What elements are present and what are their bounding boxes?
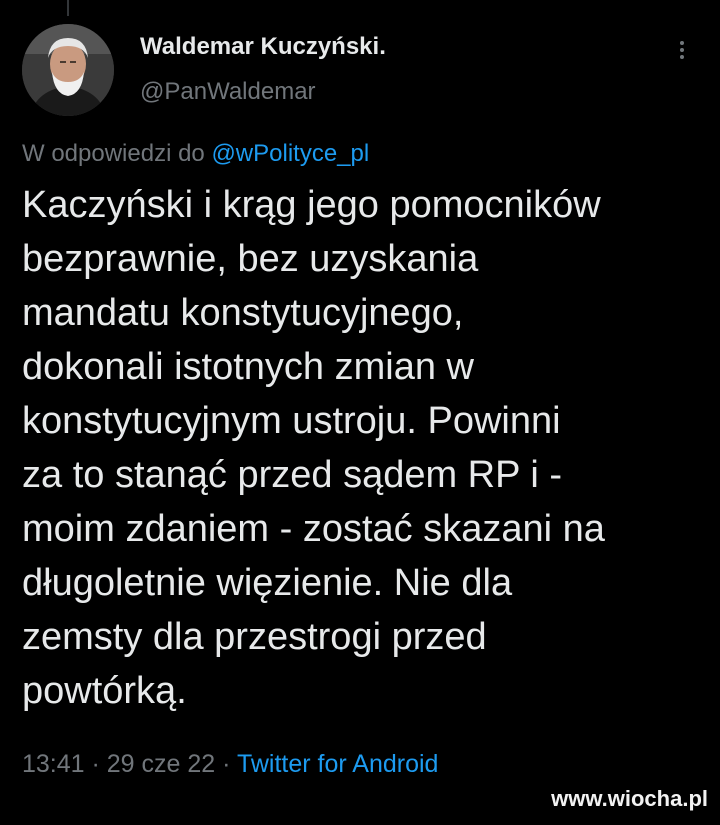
more-dot bbox=[680, 41, 684, 45]
meta-separator: · bbox=[215, 750, 237, 778]
meta-separator: · bbox=[84, 750, 107, 778]
tweet-text-line: za to stanąć przed sądem RP i - bbox=[22, 454, 562, 496]
more-dot bbox=[680, 48, 684, 52]
tweet-source-link[interactable]: Twitter for Android bbox=[237, 750, 438, 778]
tweet-text: Kaczyński i krąg jego pomocników bezpraw… bbox=[22, 178, 702, 718]
tweet-time[interactable]: 13:41 bbox=[22, 750, 85, 778]
reply-mention-link[interactable]: @wPolityce_pl bbox=[211, 140, 369, 167]
tweet-text-line: moim zdaniem - zostać skazani na bbox=[22, 508, 605, 550]
tweet-text-line: Kaczyński i krąg jego pomocników bbox=[22, 184, 601, 226]
reply-prefix: W odpowiedzi do bbox=[22, 140, 212, 167]
tweet-text-line: konstytucyjnym ustroju. Powinni bbox=[22, 400, 561, 442]
tweet-text-line: długoletnie więzienie. Nie dla bbox=[22, 562, 513, 604]
tweet-text-line: mandatu konstytucyjnego, bbox=[22, 292, 464, 334]
avatar[interactable] bbox=[22, 24, 114, 116]
tweet-meta: 13:41 · 29 cze 22 · Twitter for Android bbox=[22, 750, 438, 779]
tweet-date[interactable]: 29 cze 22 bbox=[107, 750, 215, 778]
tweet-text-line: bezprawnie, bez uzyskania bbox=[22, 238, 479, 280]
site-watermark: www.wiocha.pl bbox=[551, 786, 708, 811]
reply-context: W odpowiedzi do @wPolityce_pl bbox=[22, 140, 369, 168]
more-vertical-icon[interactable] bbox=[670, 38, 694, 64]
more-dot bbox=[680, 55, 684, 59]
avatar-photo bbox=[22, 24, 114, 116]
thread-connector-line bbox=[67, 0, 69, 16]
tweet-text-line: zemsty dla przestrogi przed bbox=[22, 616, 487, 658]
author-handle[interactable]: @PanWaldemar bbox=[140, 78, 316, 106]
author-display-name[interactable]: Waldemar Kuczyński. bbox=[140, 33, 386, 61]
tweet-text-line: powtórką. bbox=[22, 670, 187, 712]
tweet-text-line: dokonali istotnych zmian w bbox=[22, 346, 474, 388]
